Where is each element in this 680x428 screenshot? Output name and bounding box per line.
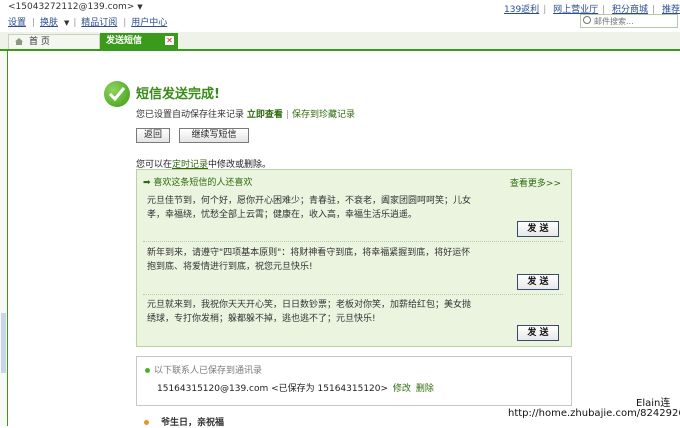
write-again-button[interactable]: 继续写短信	[179, 128, 249, 143]
view-now-link[interactable]: 立即查看	[247, 110, 283, 120]
next-section-heading: 爷生日，亲祝福	[144, 415, 224, 428]
nav-skin[interactable]: 换肤	[40, 18, 58, 28]
skin-caret-icon[interactable]: ▼	[64, 19, 69, 27]
recommend-panel: ➡ 喜欢这条短信的人还喜欢 查看更多>> 元旦佳节到，何个好，愿你开心困难少；青…	[136, 169, 572, 347]
save-to-fav-link[interactable]: 保存到珍藏记录	[292, 110, 355, 120]
main-content: 短信发送完成! 您已设置自动保存往来记录 立即查看 | 保存到珍藏记录 返回 继续写…	[8, 51, 680, 428]
nav-separator: |	[73, 18, 77, 28]
delete-link[interactable]: 删除	[416, 384, 434, 394]
success-check-icon	[104, 81, 130, 107]
recommend-heading: ➡ 喜欢这条短信的人还喜欢	[143, 175, 252, 188]
saved-heading-text: 以下联系人已保存到通讯录	[154, 366, 263, 376]
nav-user-center[interactable]: 用户中心	[131, 18, 167, 28]
bullet-icon	[145, 368, 150, 373]
divider	[143, 241, 563, 242]
watermark-url: http://home.zhubajie.com/8242926/	[508, 408, 680, 419]
nav-separator: |	[123, 18, 127, 28]
watermark-name: Elain连	[636, 398, 671, 409]
mail-search-box	[580, 14, 678, 28]
edit-link[interactable]: 修改	[393, 384, 411, 394]
recommend-heading-text: 喜欢这条短信的人还喜欢	[153, 178, 253, 188]
nav-separator: |	[32, 18, 36, 28]
message-text: 新年到来，请遵守"四项基本原则"：将财神看守到底，将幸福紧握到底，将好运怀抱到底…	[147, 248, 471, 272]
mail-search-input[interactable]	[594, 15, 676, 27]
tab-send-sms[interactable]: 发送短信 ✕	[100, 33, 178, 50]
tab-strip: 首 页 发送短信 ✕	[0, 32, 680, 51]
back-button[interactable]: 返回	[136, 128, 170, 143]
bullet-icon	[144, 420, 149, 425]
top-nav: 设置 | 换肤 ▼ | 精品订阅 | 用户中心	[8, 15, 171, 28]
saved-contact-line: 15164315120@139.com <已保存为 15164315120> 修…	[157, 381, 434, 394]
result-title: 短信发送完成!	[136, 87, 220, 102]
tab-send-sms-label: 发送短信	[106, 36, 143, 46]
link-rebate[interactable]: 139返利	[504, 5, 539, 15]
close-icon[interactable]: ✕	[165, 36, 174, 45]
next-section-text: 爷生日，亲祝福	[161, 418, 225, 428]
nav-subscription[interactable]: 精品订阅	[81, 18, 117, 28]
left-scrollbar[interactable]	[1, 313, 6, 373]
divider	[143, 294, 563, 295]
result-note: 您已设置自动保存往来记录 立即查看 | 保存到珍藏记录	[136, 107, 355, 120]
more-link[interactable]: 查看更多>>	[510, 176, 561, 189]
tab-home-label: 首 页	[29, 37, 50, 47]
message-text: 元旦就来到，我祝你天天开心笑，日日数钞票；老板对你笑，加薪给红包；美女抛绣球，专…	[147, 300, 472, 324]
auto-save-text: 您已设置自动保存往来记录	[136, 110, 245, 120]
account-email: <15043272112@139.com>	[8, 2, 135, 12]
home-icon	[15, 38, 23, 45]
tab-home[interactable]: 首 页	[8, 34, 100, 49]
arrow-right-icon: ➡	[143, 178, 151, 188]
caret-down-icon: ▼	[137, 3, 143, 11]
send-button[interactable]: 发 送	[517, 325, 559, 341]
link-separator: |	[543, 5, 547, 15]
saved-contacts-panel: 以下联系人已保存到通讯录 15164315120@139.com <已保存为 1…	[136, 356, 572, 406]
account-menu[interactable]: <15043272112@139.com> ▼	[8, 2, 143, 12]
send-button[interactable]: 发 送	[517, 221, 559, 237]
search-icon[interactable]	[583, 16, 591, 24]
note-separator: |	[285, 110, 289, 120]
left-frame	[0, 51, 8, 426]
saved-heading: 以下联系人已保存到通讯录	[145, 363, 262, 376]
top-bar: <15043272112@139.com> ▼ 设置 | 换肤 ▼ | 精品订阅 | 用…	[0, 0, 680, 32]
send-button[interactable]: 发 送	[517, 274, 559, 290]
saved-contact: 15164315120@139.com <已保存为 15164315120>	[157, 384, 389, 394]
message-text: 元旦佳节到，何个好，愿你开心困难少；青春驻，不衰老，阖家团圆呵呵笑；儿女孝，幸福…	[147, 196, 472, 220]
nav-settings[interactable]: 设置	[8, 18, 26, 28]
